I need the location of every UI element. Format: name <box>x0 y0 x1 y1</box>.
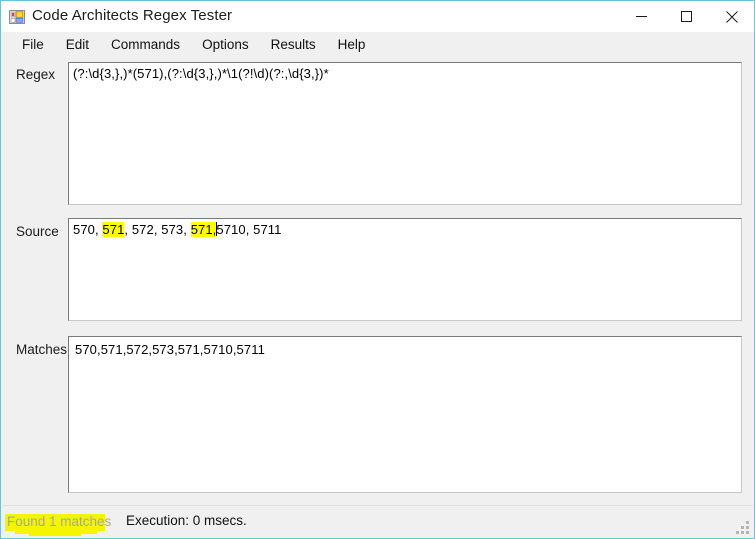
status-found-text: Found 1 matches <box>7 514 112 529</box>
matches-label: Matches <box>16 342 68 357</box>
matches-output[interactable]: 570,571,572,573,571,5710,5711 <box>68 336 742 493</box>
regex-input-value: (?:\d{3,},)*(571),(?:\d{3,},)*\1(?!\d)(?… <box>73 66 329 81</box>
menu-item-file[interactable]: File <box>11 34 55 56</box>
maximize-icon <box>681 11 692 22</box>
marker-highlight-tip <box>29 533 81 536</box>
source-match-highlight: 571, <box>190 222 217 237</box>
regex-label: Regex <box>16 67 56 82</box>
app-window: Code Architects Regex Tester File Edit C… <box>0 0 755 539</box>
source-input-value: 570, 571, 572, 573, 571,5710, 5711 <box>69 219 741 238</box>
app-form-icon <box>9 9 25 25</box>
menu-item-edit[interactable]: Edit <box>55 34 100 56</box>
status-found-wrapper: Found 1 matches <box>5 513 112 536</box>
source-segment: 570, <box>73 222 103 237</box>
source-label: Source <box>16 224 59 239</box>
menu-item-commands[interactable]: Commands <box>100 34 191 56</box>
client-area: Regex (?:\d{3,},)*(571),(?:\d{3,},)*\1(?… <box>2 57 753 537</box>
minimize-button[interactable] <box>619 1 664 32</box>
matches-output-value: 570,571,572,573,571,5710,5711 <box>75 342 265 357</box>
maximize-button[interactable] <box>664 1 709 32</box>
title-bar: Code Architects Regex Tester <box>1 1 754 32</box>
menu-item-help[interactable]: Help <box>327 34 377 56</box>
source-input[interactable]: 570, 571, 572, 573, 571,5710, 5711 <box>68 218 742 321</box>
window-title: Code Architects Regex Tester <box>32 7 233 24</box>
status-execution-text: Execution: 0 msecs. <box>126 513 247 528</box>
status-bar: Found 1 matches Execution: 0 msecs. <box>2 505 753 537</box>
close-button[interactable] <box>709 1 754 32</box>
source-match-highlight: 571 <box>102 222 125 237</box>
source-segment: , 572, 573, <box>124 222 191 237</box>
window-controls <box>619 1 754 32</box>
close-icon <box>725 10 738 23</box>
regex-input[interactable]: (?:\d{3,},)*(571),(?:\d{3,},)*\1(?!\d)(?… <box>68 62 742 205</box>
menu-item-options[interactable]: Options <box>191 34 260 56</box>
resize-grip-icon[interactable] <box>735 520 749 534</box>
source-segment: 5710, 5711 <box>216 222 282 237</box>
menu-bar: File Edit Commands Options Results Help <box>2 32 753 57</box>
menu-item-results[interactable]: Results <box>260 34 327 56</box>
minimize-icon <box>636 16 647 17</box>
